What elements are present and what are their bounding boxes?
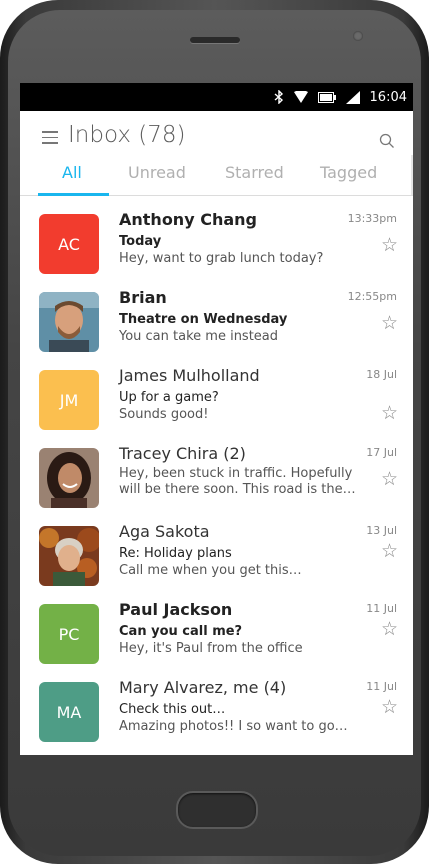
message-time: 18 Jul [366,368,397,381]
star-icon[interactable]: ☆ [381,404,398,423]
message-time: 13 Jul [366,524,397,537]
message-subject: Can you call me? [119,624,243,639]
message-row[interactable]: Brian Theatre on Wednesday You can take … [20,278,413,356]
avatar: PC [39,604,99,664]
message-row[interactable]: Tracey Chira (2) Hey, been stuck in traf… [20,434,413,512]
speaker-grille [190,37,240,43]
star-icon[interactable]: ☆ [381,620,398,639]
bluetooth-icon [274,90,284,104]
tab-unread[interactable]: Unread [128,163,186,182]
star-icon[interactable]: ☆ [381,236,398,255]
sender-name: Brian [119,288,167,307]
sender-name: Tracey Chira (2) [119,444,246,463]
avatar [39,292,99,352]
message-row[interactable]: MA Mary Alvarez, me (4) Check this out… … [20,668,413,746]
status-bar: 16:04 [20,83,413,111]
sender-name: Mary Alvarez, me (4) [119,678,287,697]
home-button[interactable] [176,791,258,829]
star-icon[interactable]: ☆ [381,698,398,717]
message-subject: Check this out… [119,702,226,717]
message-time: 12:55pm [347,290,397,303]
signal-icon [345,90,360,104]
tab-tagged[interactable]: Tagged [320,163,377,182]
message-preview: Call me when you get this… [119,563,302,578]
message-row[interactable]: AC Anthony Chang Today Hey, want to grab… [20,200,413,278]
battery-icon [317,91,336,103]
photo-woman-autumn-icon [39,526,99,586]
message-preview: Hey, it's Paul from the office [119,641,303,656]
message-list: AC Anthony Chang Today Hey, want to grab… [20,196,413,746]
message-preview: Sounds good! [119,407,209,422]
message-row[interactable]: PC Paul Jackson Can you call me? Hey, it… [20,590,413,668]
avatar: AC [39,214,99,274]
message-preview: Hey, want to grab lunch today? [119,251,324,266]
phone-frame: 16:04 Inbox (78) All Unread Starred Tagg… [0,0,429,864]
message-preview: You can take me instead [119,329,279,344]
search-icon[interactable] [379,133,395,153]
screen: 16:04 Inbox (78) All Unread Starred Tagg… [20,83,413,755]
tab-starred[interactable]: Starred [225,163,284,182]
sender-name: Aga Sakota [119,522,210,541]
avatar [39,448,99,508]
wifi-icon [293,91,308,103]
message-row[interactable]: JM James Mulholland Up for a game? Sound… [20,356,413,434]
tab-scroll-edge [411,155,413,195]
page-title: Inbox (78) [68,122,186,148]
message-subject: Re: Holiday plans [119,546,232,561]
message-time: 13:33pm [347,212,397,225]
avatar: MA [39,682,99,742]
sender-name: Anthony Chang [119,210,257,229]
message-time: 11 Jul [366,680,397,693]
avatar [39,526,99,586]
tab-all[interactable]: All [62,163,82,182]
message-time: 17 Jul [366,446,397,459]
star-icon[interactable]: ☆ [381,542,398,561]
message-time: 11 Jul [366,602,397,615]
message-subject: Today [119,234,162,249]
sender-name: Paul Jackson [119,600,233,619]
message-row[interactable]: Aga Sakota Re: Holiday plans Call me whe… [20,512,413,590]
star-icon[interactable]: ☆ [381,470,398,489]
app-header: Inbox (78) [20,111,413,155]
tab-bar: All Unread Starred Tagged [20,155,413,196]
sender-name: James Mulholland [119,366,260,385]
message-subject: Up for a game? [119,390,219,405]
photo-man-icon [39,292,99,352]
avatar: JM [39,370,99,430]
star-icon[interactable]: ☆ [381,314,398,333]
message-preview: Hey, been stuck in traffic. Hopefully wi… [119,466,356,497]
status-time: 16:04 [369,89,407,105]
photo-woman-icon [39,448,99,508]
front-camera [353,31,363,41]
message-preview: Amazing photos!! I so want to go… [119,719,348,734]
message-subject: Theatre on Wednesday [119,312,288,327]
menu-icon[interactable] [42,131,58,148]
